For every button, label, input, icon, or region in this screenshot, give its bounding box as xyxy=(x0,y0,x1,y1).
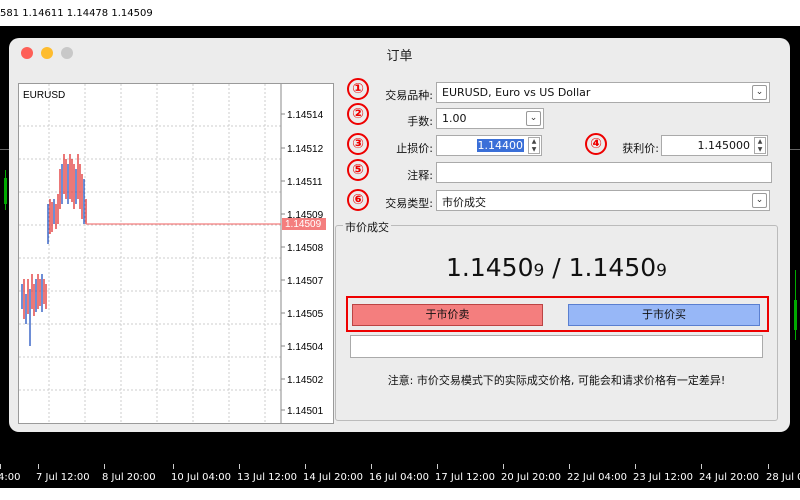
price-label: 1.14505 xyxy=(287,309,324,320)
price-label: 1.14514 xyxy=(287,110,324,121)
symbol-value: EURUSD, Euro vs US Dollar xyxy=(442,86,591,99)
lots-select[interactable]: 1.00 ⌄ xyxy=(436,108,544,129)
comment-label: 注释: xyxy=(407,169,433,182)
time-tickmark xyxy=(104,464,105,469)
chart-symbol: EURUSD xyxy=(23,90,65,101)
window-title: 订单 xyxy=(386,49,413,64)
sell-by-market-button[interactable]: 于市价卖 xyxy=(352,304,543,326)
time-tick-label: 22 Jul 04:00 xyxy=(567,472,627,483)
time-tick-label: 10 Jul 04:00 xyxy=(171,472,231,483)
time-tick-label: 16 Jul 04:00 xyxy=(369,472,429,483)
ask-price: 1.1450 xyxy=(568,253,657,282)
bottom-time-axis: 4:00 7 Jul 12:00 8 Jul 20:00 10 Jul 04:00 13… xyxy=(0,464,800,488)
time-tick-label: 13 Jul 12:00 xyxy=(237,472,297,483)
time-tick-label: 23 Jul 12:00 xyxy=(633,472,693,483)
time-tick-label: 8 Jul 20:00 xyxy=(102,472,156,483)
chevron-down-icon[interactable]: ⌄ xyxy=(752,85,767,100)
price-label: 1.14507 xyxy=(287,276,324,287)
stop-loss-input[interactable]: 1.14400 ▲ ▼ xyxy=(436,135,542,156)
execution-note: 注意: 市价交易模式下的实际成交价格, 可能会和请求价格有一定差异! xyxy=(387,374,726,387)
time-tick-label: 28 Jul 0 xyxy=(766,472,800,483)
time-tickmark xyxy=(38,464,39,469)
top-ticker: 581 1.14611 1.14478 1.14509 xyxy=(0,0,800,26)
time-tickmark xyxy=(239,464,240,469)
bg-hline xyxy=(0,149,9,150)
time-tick-label: 17 Jul 12:00 xyxy=(435,472,495,483)
lots-label: 手数: xyxy=(407,115,433,128)
marker-1: ① xyxy=(347,78,369,100)
price-label: 1.14501 xyxy=(287,406,324,417)
symbol-select[interactable]: EURUSD, Euro vs US Dollar ⌄ xyxy=(436,82,770,103)
marker-5: ⑤ xyxy=(347,159,369,181)
take-profit-input[interactable]: 1.145000 ▲ ▼ xyxy=(661,135,768,156)
time-tickmark xyxy=(305,464,306,469)
take-profit-value: 1.145000 xyxy=(697,139,751,152)
bid-price: 1.1450 xyxy=(446,253,534,282)
price-separator: / xyxy=(544,253,569,282)
symbol-label: 交易品种: xyxy=(385,89,433,102)
order-type-select[interactable]: 市价成交 ⌄ xyxy=(436,190,770,211)
order-type-value: 市价成交 xyxy=(442,196,486,209)
stop-loss-label: 止损价: xyxy=(396,142,433,155)
market-execution-title: 市价成交 xyxy=(343,219,391,235)
price-label: 1.14502 xyxy=(287,375,324,386)
price-label: 1.14504 xyxy=(287,342,324,353)
time-tickmark xyxy=(569,464,570,469)
marker-3: ③ xyxy=(347,133,369,155)
marker-4: ④ xyxy=(585,133,607,155)
time-tickmark xyxy=(635,464,636,469)
time-tickmark xyxy=(701,464,702,469)
marker-2: ② xyxy=(347,103,369,125)
time-tickmark xyxy=(503,464,504,469)
time-tick-label: 20 Jul 20:00 xyxy=(501,472,561,483)
price-label: 1.14511 xyxy=(287,177,323,188)
buy-by-market-button[interactable]: 于市价买 xyxy=(568,304,760,326)
time-tick-label: 14 Jul 20:00 xyxy=(303,472,363,483)
tick-chart: EURUSD 1.14514 1.14512 1.14511 1.14509 1.1450… xyxy=(18,83,334,424)
price-label: 1.14508 xyxy=(287,243,324,254)
stop-loss-value: 1.14400 xyxy=(476,139,524,152)
time-tickmark xyxy=(437,464,438,469)
bottom-strip xyxy=(0,488,800,500)
chevron-down-icon[interactable]: ⌄ xyxy=(526,111,541,126)
order-type-label: 交易类型: xyxy=(385,197,433,210)
time-tickmark xyxy=(0,464,1,469)
title-bar: 订单 xyxy=(9,38,790,68)
spinner-icon[interactable]: ▲ ▼ xyxy=(528,137,540,154)
bg-candle xyxy=(4,178,7,204)
spinner-icon[interactable]: ▲ ▼ xyxy=(754,137,766,154)
time-tickmark xyxy=(173,464,174,469)
take-profit-label: 获利价: xyxy=(622,142,659,155)
bg-hline xyxy=(790,149,800,150)
tick-chart-svg: EURUSD 1.14514 1.14512 1.14511 1.14509 1.1450… xyxy=(19,84,326,423)
comment-input[interactable] xyxy=(436,162,772,183)
price-display: 1.14509 / 1.14509 xyxy=(335,253,778,282)
status-message-box xyxy=(350,335,763,358)
time-tickmark xyxy=(371,464,372,469)
time-tickmark xyxy=(768,464,769,469)
price-label: 1.14512 xyxy=(287,144,324,155)
current-price-tag: 1.14509 xyxy=(285,219,322,230)
lots-value: 1.00 xyxy=(442,112,467,125)
order-window: 订单 EURUSD 1.14514 1.14512 1.14511 1.14509 1.1… xyxy=(9,38,790,432)
bid-pip: 9 xyxy=(533,261,545,281)
chevron-down-icon[interactable]: ⌄ xyxy=(752,193,767,208)
time-tick-label: 24 Jul 20:00 xyxy=(699,472,759,483)
ask-pip: 9 xyxy=(656,261,667,281)
marker-6: ⑥ xyxy=(347,189,369,211)
time-tick-label: 7 Jul 12:00 xyxy=(36,472,90,483)
time-tick-label: 4:00 xyxy=(0,472,21,483)
ticker-text: 581 1.14611 1.14478 1.14509 xyxy=(0,8,153,19)
bg-candle xyxy=(794,300,797,330)
